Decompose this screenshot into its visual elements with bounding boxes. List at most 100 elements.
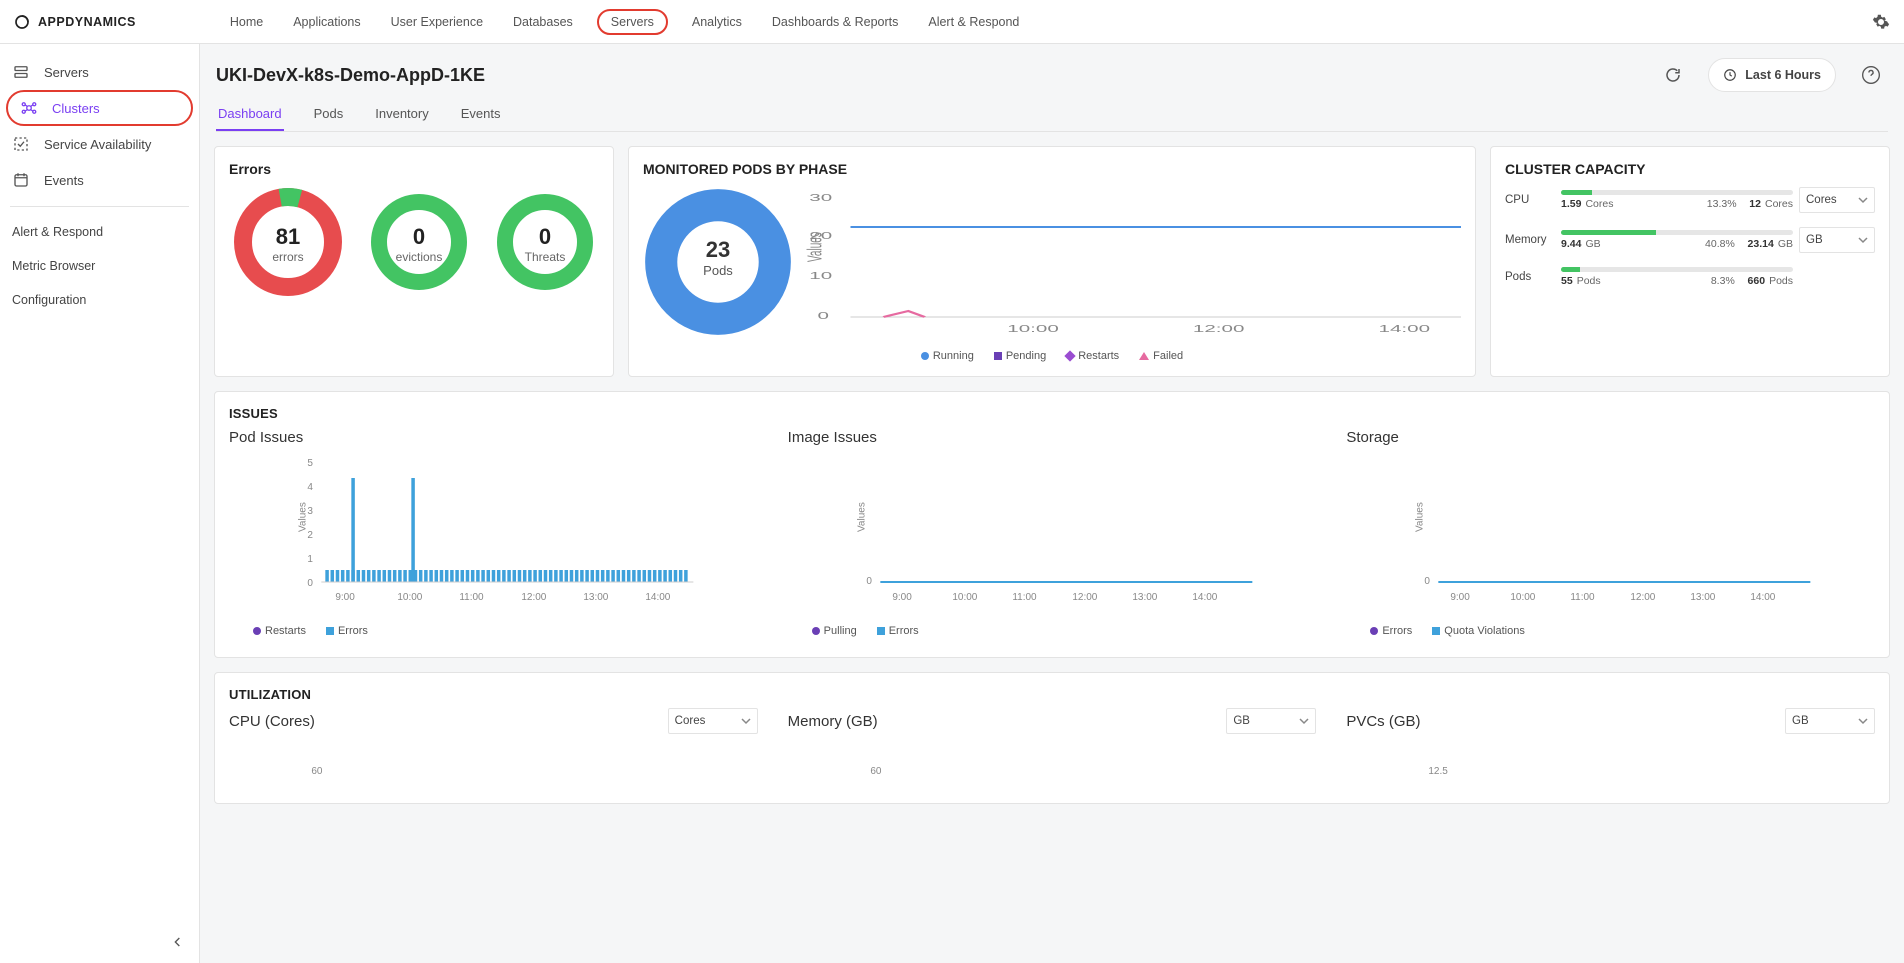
- util-select[interactable]: Cores: [668, 708, 758, 734]
- sidebar-item-service-availability[interactable]: Service Availability: [0, 126, 199, 162]
- svg-text:60: 60: [311, 766, 323, 777]
- issues-card: ISSUES Pod Issues Values 543 210 9:0010:…: [214, 391, 1890, 658]
- nav-alert-respond[interactable]: Alert & Respond: [922, 11, 1025, 33]
- svg-text:0: 0: [866, 576, 872, 587]
- legend-running: Running: [921, 350, 974, 362]
- svg-text:4: 4: [307, 482, 313, 493]
- sidebar-link-alert-respond[interactable]: Alert & Respond: [0, 215, 199, 249]
- legend-restarts: Restarts: [1066, 350, 1119, 362]
- pods-card: MONITORED PODS BY PHASE 23 Pods: [628, 146, 1476, 377]
- svg-text:5: 5: [307, 458, 313, 469]
- tab-pods[interactable]: Pods: [312, 98, 346, 131]
- svg-text:13:00: 13:00: [1132, 592, 1157, 603]
- chevron-down-icon: [741, 716, 751, 726]
- sidebar-item-events[interactable]: Events: [0, 162, 199, 198]
- tab-dashboard[interactable]: Dashboard: [216, 98, 284, 131]
- nav-analytics[interactable]: Analytics: [686, 11, 748, 33]
- chevron-down-icon: [1299, 716, 1309, 726]
- util-col-memory-(gb): Memory (GB) GB 60: [788, 708, 1317, 789]
- calendar-icon: [12, 171, 30, 189]
- nav-databases[interactable]: Databases: [507, 11, 579, 33]
- issues-section-title: ISSUES: [229, 406, 1875, 421]
- help-button[interactable]: [1854, 58, 1888, 92]
- brand-logo: APPDYNAMICS: [14, 14, 136, 30]
- capacity-card: CLUSTER CAPACITY CPU 1.59 Cores 13.3% 12…: [1490, 146, 1890, 377]
- pods-timeseries: 30 20 10 0 Values 10:00 12:00: [801, 187, 1461, 342]
- svg-text:0: 0: [818, 310, 829, 321]
- capacity-select-cpu[interactable]: Cores: [1799, 187, 1875, 213]
- svg-text:10:00: 10:00: [952, 592, 977, 603]
- chevron-down-icon: [1858, 716, 1868, 726]
- util-col-cpu-(cores): CPU (Cores) Cores 60: [229, 708, 758, 789]
- sidebar-item-servers[interactable]: Servers: [0, 54, 199, 90]
- utilization-section-title: UTILIZATION: [229, 687, 1875, 702]
- svg-text:60: 60: [870, 766, 882, 777]
- pods-legend: RunningPendingRestartsFailed: [643, 350, 1461, 362]
- svg-text:Values: Values: [804, 232, 827, 262]
- svg-text:12:00: 12:00: [1193, 323, 1245, 334]
- svg-text:1: 1: [307, 554, 313, 565]
- errors-card: Errors 81 errors 0 evictions 0 Threats: [214, 146, 614, 377]
- util-select[interactable]: GB: [1226, 708, 1316, 734]
- svg-text:9:00: 9:00: [335, 592, 355, 603]
- svg-text:10: 10: [809, 270, 832, 281]
- svg-text:12:00: 12:00: [521, 592, 546, 603]
- nav-servers[interactable]: Servers: [597, 9, 668, 35]
- util-col-pvcs-(gb): PVCs (GB) GB 12.5: [1346, 708, 1875, 789]
- util-select[interactable]: GB: [1785, 708, 1875, 734]
- capacity-row-cpu: CPU 1.59 Cores 13.3% 12 Cores Cores: [1505, 187, 1875, 213]
- tab-inventory[interactable]: Inventory: [373, 98, 430, 131]
- svg-text:11:00: 11:00: [459, 592, 484, 603]
- error-ring-Threats: 0 Threats: [495, 192, 595, 297]
- svg-text:12.5: 12.5: [1429, 766, 1449, 777]
- sidebar: ServersClustersService AvailabilityEvent…: [0, 44, 200, 963]
- time-range-selector[interactable]: Last 6 Hours: [1708, 58, 1836, 92]
- capacity-row-pods: Pods 55 Pods 8.3% 660 Pods: [1505, 267, 1875, 287]
- errors-title: Errors: [229, 161, 599, 177]
- chevron-down-icon: [1858, 235, 1868, 245]
- collapse-sidebar-icon[interactable]: [170, 934, 186, 953]
- capacity-select-memory[interactable]: GB: [1799, 227, 1875, 253]
- svg-text:14:00: 14:00: [1751, 592, 1776, 603]
- nav-home[interactable]: Home: [224, 11, 269, 33]
- tab-events[interactable]: Events: [459, 98, 503, 131]
- svg-text:14:00: 14:00: [1379, 323, 1431, 334]
- sidebar-link-metric-browser[interactable]: Metric Browser: [0, 249, 199, 283]
- svg-text:13:00: 13:00: [583, 592, 608, 603]
- nav-applications[interactable]: Applications: [287, 11, 366, 33]
- time-range-label: Last 6 Hours: [1745, 68, 1821, 82]
- svg-text:12:00: 12:00: [1631, 592, 1656, 603]
- svg-text:11:00: 11:00: [1571, 592, 1596, 603]
- brand-icon: [14, 14, 30, 30]
- refresh-button[interactable]: [1656, 58, 1690, 92]
- sidebar-link-configuration[interactable]: Configuration: [0, 283, 199, 317]
- nav-dashboards-reports[interactable]: Dashboards & Reports: [766, 11, 904, 33]
- svg-text:10:00: 10:00: [1007, 323, 1059, 334]
- svg-text:2: 2: [307, 530, 313, 541]
- nav-user-experience[interactable]: User Experience: [385, 11, 489, 33]
- error-ring-evictions: 0 evictions: [369, 192, 469, 297]
- main-content: UKI-DevX-k8s-Demo-AppD-1KE Last 6 Hours …: [200, 44, 1904, 963]
- pods-count: 23: [643, 237, 793, 263]
- subtabs: Dashboard Pods Inventory Events: [216, 98, 1888, 132]
- error-ring-errors: 81 errors: [233, 187, 343, 302]
- servers-icon: [12, 63, 30, 81]
- svg-text:Values: Values: [1415, 502, 1426, 532]
- utilization-card: UTILIZATION CPU (Cores) Cores 60 Memory …: [214, 672, 1890, 804]
- help-icon: [1861, 65, 1881, 85]
- refresh-icon: [1664, 66, 1682, 84]
- topnav: APPDYNAMICS Home Applications User Experie…: [0, 0, 1904, 44]
- capacity-row-memory: Memory 9.44 GB 40.8% 23.14 GB GB: [1505, 227, 1875, 253]
- clock-icon: [1723, 68, 1737, 82]
- svg-text:0: 0: [1425, 576, 1431, 587]
- sidebar-item-clusters[interactable]: Clusters: [6, 90, 193, 126]
- capacity-title: CLUSTER CAPACITY: [1505, 161, 1875, 177]
- pods-title: MONITORED PODS BY PHASE: [643, 161, 1461, 177]
- brand-text: APPDYNAMICS: [38, 15, 136, 29]
- pods-donut: 23 Pods: [643, 187, 793, 342]
- svg-text:30: 30: [809, 192, 832, 203]
- svg-text:10:00: 10:00: [1511, 592, 1536, 603]
- clusters-icon: [20, 99, 38, 117]
- gear-icon[interactable]: [1872, 13, 1890, 31]
- svg-text:9:00: 9:00: [1451, 592, 1471, 603]
